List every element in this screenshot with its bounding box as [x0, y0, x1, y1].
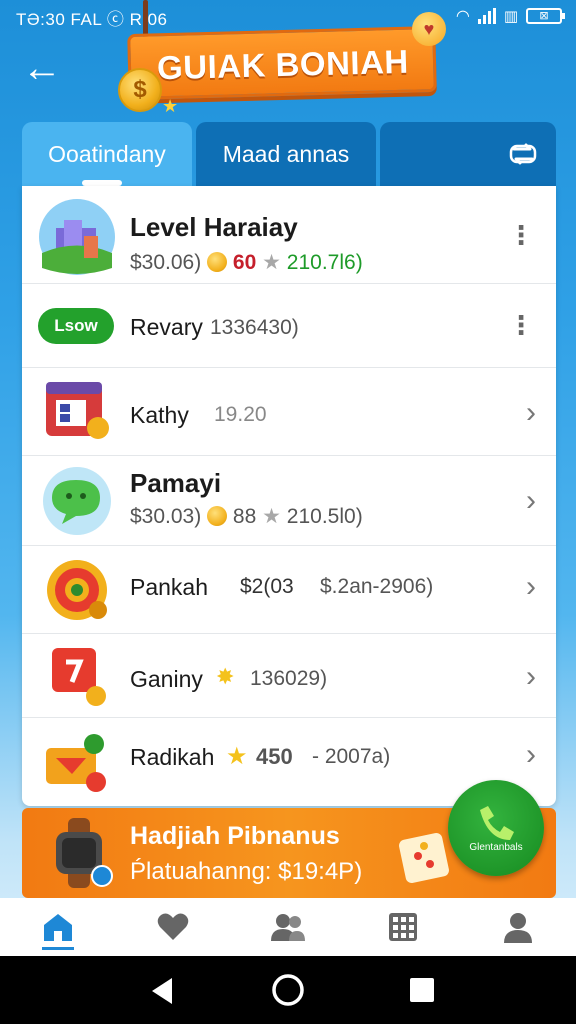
item-extra: $.2an-2906) — [320, 575, 434, 598]
gift-bag-icon — [46, 734, 106, 792]
signal-icon — [477, 8, 496, 24]
page-title: GUIAK BONIAH — [156, 42, 410, 87]
sim-icon: ▥ — [503, 8, 518, 25]
item-coins: 88 — [232, 505, 257, 528]
list-item[interactable]: Ganiny ✸ 136029) › — [22, 634, 556, 718]
chat-bubble-icon — [43, 467, 111, 535]
calendar-book-icon — [46, 382, 109, 439]
home-circle-icon[interactable] — [270, 972, 306, 1008]
battery-icon: ⊠ — [526, 8, 565, 24]
phone-icon — [480, 806, 514, 840]
nav-grid[interactable] — [373, 902, 433, 952]
item-rating: 210.7l6) — [286, 251, 363, 274]
item-stats: $30.06) 60 ★ 210.7l6) — [130, 250, 363, 275]
tab-maad-annas[interactable]: Maad annas — [196, 122, 376, 186]
chevron-right-icon[interactable]: › — [526, 738, 536, 772]
list-item[interactable]: Pamayi $30.03) 88 ★ 210.5l0) › — [22, 456, 556, 546]
title-banner: GUIAK BONIAH — [127, 25, 437, 101]
more-options-icon[interactable]: ⋮ — [508, 222, 534, 248]
red-tile-icon — [52, 648, 106, 706]
item-stats: $30.03) 88 ★ 210.5l0) — [130, 504, 363, 529]
chevron-right-icon[interactable]: › — [526, 484, 536, 518]
nav-community[interactable] — [258, 902, 318, 952]
item-list: Level Haraiay $30.06) 60 ★ 210.7l6) ⋮ Ls… — [22, 186, 556, 806]
tab-ooatindany[interactable]: Ooatindany — [22, 122, 192, 186]
status-bar: TƏ:30 FAL ⓒ R 06 ◠ ▥ ⊠ — [0, 0, 576, 44]
item-coins: 60 — [232, 251, 257, 274]
item-title: Pankah — [130, 574, 209, 600]
item-price: $30.03) — [130, 505, 202, 528]
back-arrow-icon[interactable]: ← — [22, 48, 66, 92]
tab-swap[interactable] — [380, 122, 556, 186]
item-value: 19.20 — [214, 403, 267, 426]
item-coins: 450 — [256, 744, 293, 769]
star-icon: ★ — [226, 743, 248, 770]
emoji-face-icon[interactable]: ♥ — [412, 12, 446, 46]
tab-label: Ooatindany — [48, 140, 166, 167]
item-title: Revary — [130, 314, 203, 340]
chevron-right-icon[interactable]: › — [526, 570, 536, 604]
item-title: Ganiny — [130, 666, 203, 692]
item-title: Radikah — [130, 744, 215, 770]
list-item[interactable]: Pankah $2(03 $.2an-2906) › — [22, 546, 556, 634]
coin-icon: $ — [118, 68, 162, 112]
watch-icon — [56, 818, 113, 888]
star-icon: ★ — [262, 251, 281, 274]
ticket-icon — [399, 833, 449, 883]
item-price: $30.06) — [130, 251, 202, 274]
item-value: 1336430) — [210, 316, 299, 339]
nav-profile[interactable] — [488, 902, 548, 952]
back-triangle-icon[interactable] — [148, 976, 176, 1006]
system-nav-bar — [0, 956, 576, 1024]
star-icon: ★ — [262, 505, 281, 528]
bottom-nav — [0, 898, 576, 956]
swap-icon — [509, 143, 537, 165]
heart-icon — [157, 913, 189, 940]
grid-icon — [389, 913, 418, 941]
chevron-right-icon[interactable]: › — [526, 660, 536, 694]
item-title: Pamayi — [130, 468, 222, 498]
promo-subtitle: Ṕlatuahanng: $19:4P) — [130, 858, 363, 885]
star-icon: ✸ — [216, 664, 235, 689]
promo-title: Hadjiah Pibnanus — [130, 822, 340, 850]
call-fab-button[interactable]: Glentanbals — [448, 780, 544, 876]
list-item[interactable]: Level Haraiay $30.06) 60 ★ 210.7l6) ⋮ — [22, 186, 556, 284]
tab-bar: Ooatindany Maad annas — [22, 122, 556, 186]
recents-square-icon[interactable] — [408, 976, 436, 1004]
status-pill: Lsow — [38, 308, 114, 344]
list-item[interactable]: Lsow Revary 1336430) ⋮ — [22, 284, 556, 368]
town-icon — [39, 199, 115, 275]
chevron-right-icon[interactable]: › — [526, 396, 536, 430]
list-item[interactable]: Kathy 19.20 › — [22, 368, 556, 456]
coin-icon — [207, 252, 228, 272]
item-value: 136029) — [250, 667, 328, 690]
item-rating: 210.5l0) — [286, 505, 363, 528]
wifi-icon: ◠ — [455, 8, 470, 25]
coin-icon — [207, 506, 228, 526]
item-value: $2(03 — [240, 575, 294, 598]
home-icon — [43, 914, 72, 941]
star-icon: ★ — [162, 96, 179, 116]
target-badge-icon — [47, 560, 107, 620]
more-options-icon[interactable]: ⋮ — [508, 312, 534, 338]
item-title: Level Haraiay — [130, 212, 298, 242]
tab-label: Maad annas — [222, 140, 350, 167]
item-value: - 2007a) — [312, 745, 391, 768]
fab-label: Glentanbals — [469, 842, 523, 853]
profile-icon — [504, 913, 533, 943]
item-title: Kathy — [130, 402, 189, 428]
status-icons: ◠ ▥ ⊠ — [455, 6, 565, 26]
nav-favorites[interactable] — [143, 902, 203, 952]
nav-home[interactable] — [28, 902, 88, 952]
people-icon — [270, 914, 305, 941]
